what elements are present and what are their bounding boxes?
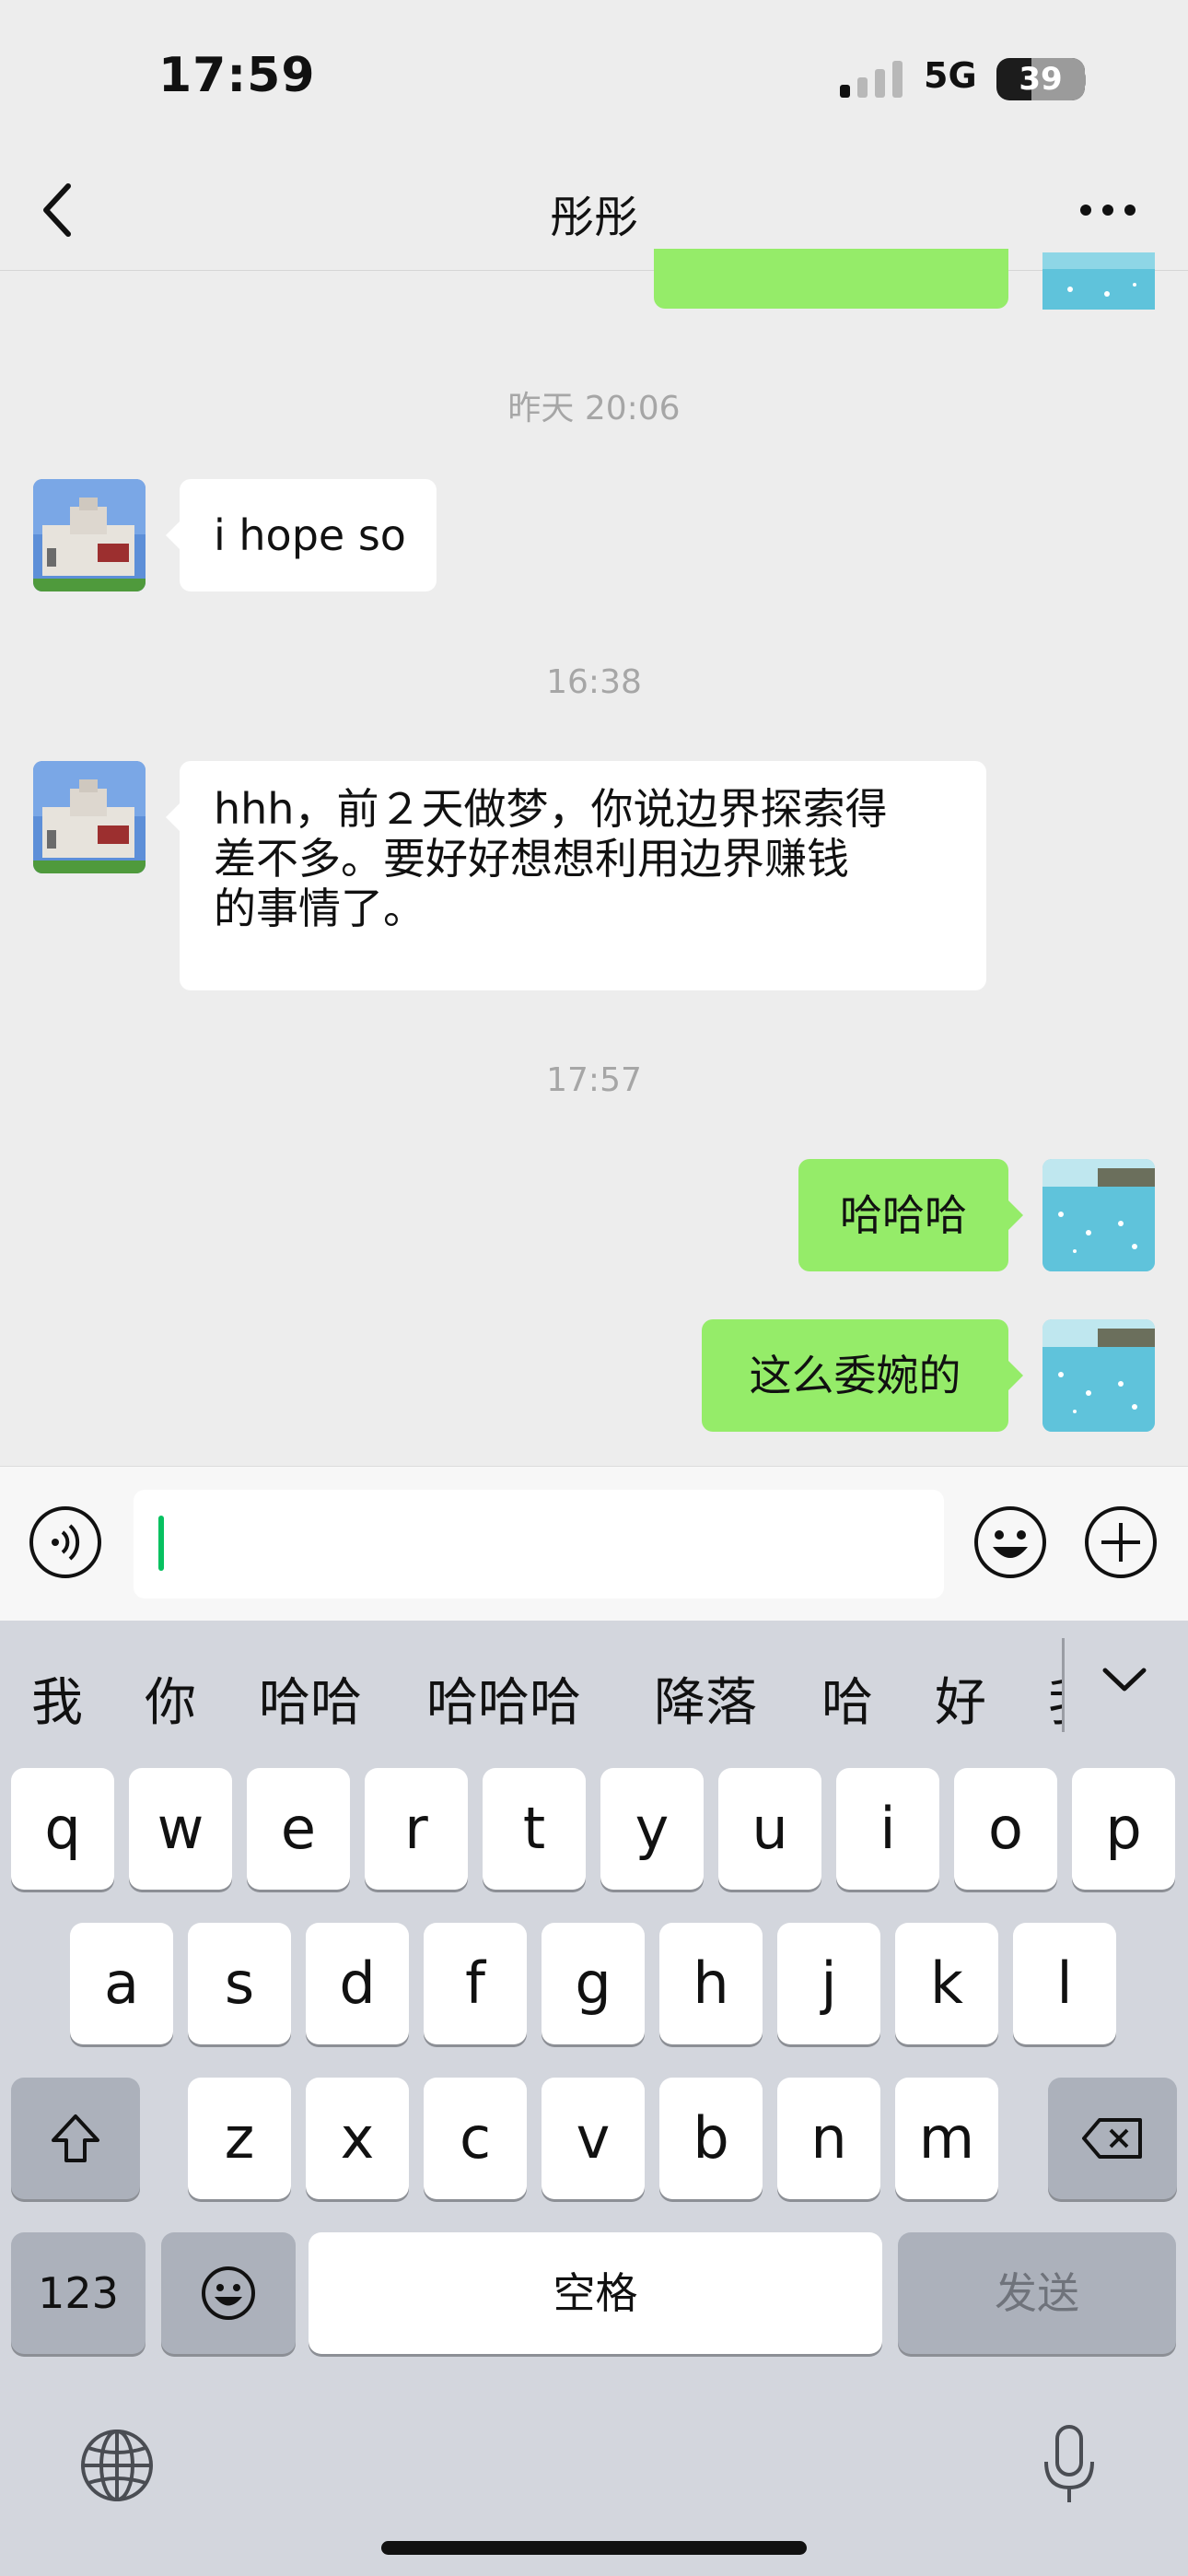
key-r[interactable]: r — [365, 1768, 468, 1890]
candidate-word[interactable]: 哈哈 — [259, 1661, 362, 1736]
key-s[interactable]: s — [188, 1923, 291, 2044]
space-key[interactable]: 空格 — [309, 2232, 882, 2354]
chat-title: 彤彤 — [549, 192, 638, 243]
key-x[interactable]: x — [306, 2078, 409, 2199]
avatar[interactable] — [1042, 1319, 1155, 1432]
emoji-key[interactable] — [161, 2232, 296, 2354]
key-i[interactable]: i — [836, 1768, 939, 1890]
timestamp: 17:57 — [546, 1061, 642, 1099]
message-bubble[interactable]: 哈哈哈 — [798, 1159, 1008, 1271]
key-m[interactable]: m — [895, 2078, 998, 2199]
key-v[interactable]: v — [542, 2078, 645, 2199]
voice-icon[interactable] — [28, 1505, 103, 1580]
battery-level: 39 — [1019, 61, 1063, 98]
candidate-word[interactable]: 降落 — [654, 1661, 757, 1736]
message-input[interactable] — [134, 1490, 944, 1598]
candidate-word[interactable]: 好 — [935, 1661, 986, 1736]
candidate-word[interactable]: 哈哈哈 — [426, 1661, 581, 1736]
avatar[interactable] — [1042, 1159, 1155, 1271]
key-e[interactable]: e — [247, 1768, 350, 1890]
key-y[interactable]: y — [600, 1768, 704, 1890]
more-icon[interactable] — [1079, 201, 1136, 219]
key-z[interactable]: z — [188, 2078, 291, 2199]
plus-icon[interactable] — [1083, 1505, 1159, 1580]
send-key[interactable]: 发送 — [898, 2232, 1176, 2354]
shift-icon — [52, 2114, 99, 2162]
emoji-icon — [202, 2266, 255, 2320]
status-time: 17:59 — [158, 48, 316, 103]
message-bubble[interactable]: i hope so — [180, 479, 437, 591]
timestamp: 16:38 — [546, 663, 642, 701]
message-line: 差不多。要好好想想利用边界赚钱 — [214, 834, 849, 884]
network-type: 5G — [924, 55, 977, 96]
candidate-word[interactable]: 你 — [145, 1661, 196, 1736]
delete-icon — [1082, 2118, 1142, 2159]
key-c[interactable]: c — [424, 2078, 527, 2199]
shift-key[interactable] — [11, 2078, 140, 2199]
message-line: 的事情了。 — [214, 884, 425, 933]
emoji-icon[interactable] — [973, 1505, 1048, 1580]
message-bubble-partial — [654, 249, 1008, 309]
delete-key[interactable] — [1048, 2078, 1177, 2199]
candidate-word[interactable]: 哈 — [821, 1661, 873, 1736]
signal-icon — [840, 61, 903, 98]
message-bubble[interactable]: hhh，前２天做梦，你说边界探索得 差不多。要好好想想利用边界赚钱 的事情了。 — [180, 761, 986, 990]
home-indicator — [381, 2541, 807, 2555]
chevron-down-icon[interactable] — [1101, 1666, 1147, 1693]
key-k[interactable]: k — [895, 1923, 998, 2044]
key-q[interactable]: q — [11, 1768, 114, 1890]
message-bubble[interactable]: 这么委婉的 — [702, 1319, 1008, 1432]
battery-icon: 39 — [996, 58, 1085, 100]
key-w[interactable]: w — [129, 1768, 232, 1890]
key-l[interactable]: l — [1013, 1923, 1116, 2044]
key-n[interactable]: n — [777, 2078, 880, 2199]
key-j[interactable]: j — [777, 1923, 880, 2044]
text-cursor — [158, 1516, 164, 1571]
key-f[interactable]: f — [424, 1923, 527, 2044]
numbers-key[interactable]: 123 — [11, 2232, 146, 2354]
avatar — [1042, 252, 1155, 310]
microphone-icon[interactable] — [1041, 2423, 1098, 2506]
avatar[interactable] — [33, 479, 146, 591]
key-o[interactable]: o — [954, 1768, 1057, 1890]
globe-icon[interactable] — [79, 2428, 155, 2503]
key-h[interactable]: h — [659, 1923, 763, 2044]
candidate-word[interactable]: 我 — [31, 1661, 83, 1736]
key-b[interactable]: b — [659, 2078, 763, 2199]
key-g[interactable]: g — [542, 1923, 645, 2044]
key-d[interactable]: d — [306, 1923, 409, 2044]
candidate-word[interactable]: 我 — [1048, 1661, 1063, 1732]
key-a[interactable]: a — [70, 1923, 173, 2044]
key-t[interactable]: t — [483, 1768, 586, 1890]
key-u[interactable]: u — [718, 1768, 821, 1890]
key-p[interactable]: p — [1072, 1768, 1175, 1890]
timestamp: 昨天 20:06 — [507, 390, 681, 427]
avatar[interactable] — [33, 761, 146, 873]
message-line: hhh，前２天做梦，你说边界探索得 — [214, 784, 888, 834]
